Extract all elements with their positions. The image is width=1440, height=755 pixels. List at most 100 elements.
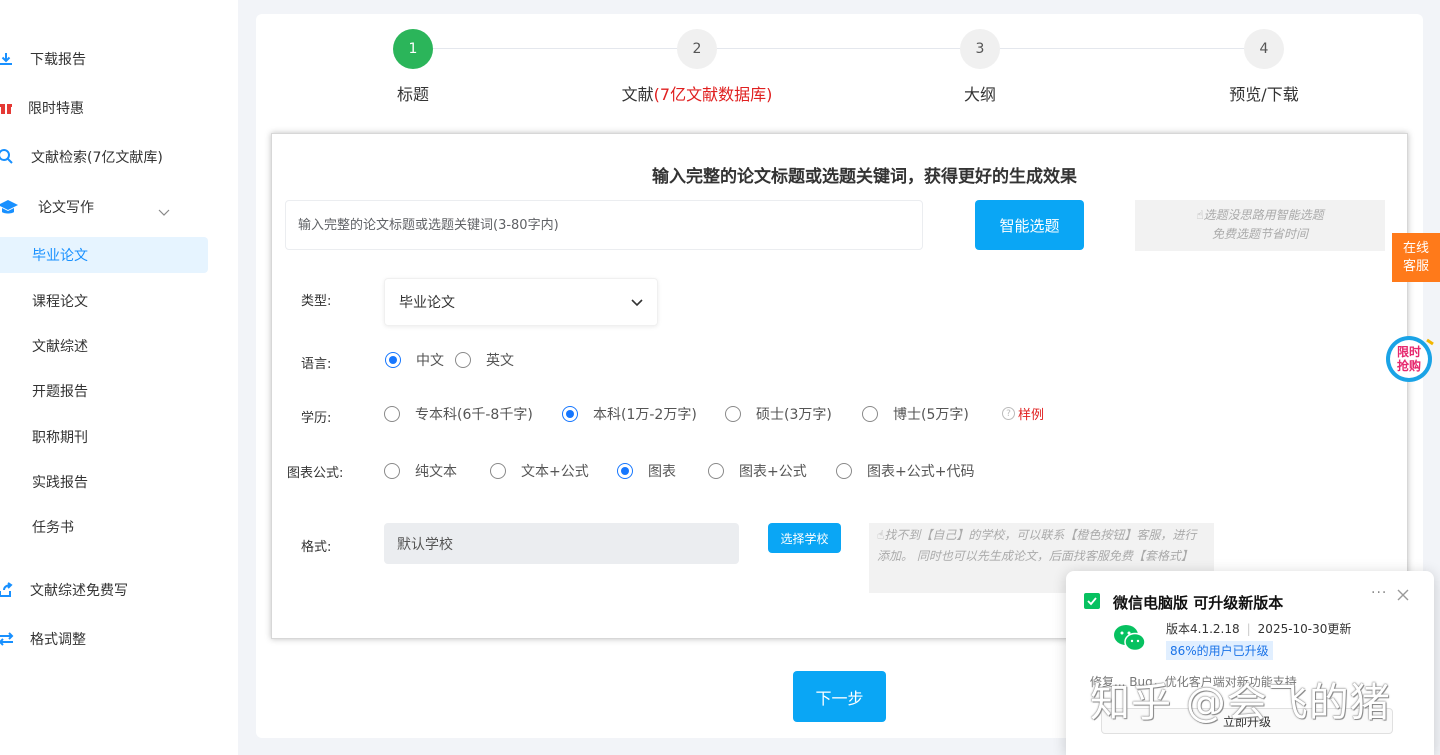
sidebar-sub-proposal-report[interactable]: 开题报告	[0, 373, 208, 409]
sidebar-item-label: 文献综述免费写	[30, 583, 128, 599]
sidebar-item-label: 格式调整	[30, 632, 86, 648]
radio-dot	[617, 463, 633, 479]
wechat-logo-icon	[1112, 620, 1148, 656]
radio-label: 纯文本	[415, 464, 457, 480]
promo-line-1: 限时	[1397, 344, 1421, 359]
hint-line-1: 选题没思路用智能选题	[1203, 208, 1324, 222]
wechat-popup-title: 微信电脑版 可升级新版本	[1113, 594, 1284, 612]
search-icon	[0, 149, 14, 165]
wechat-release-note: 修复... Bug，优化客户端对新功能支持	[1090, 675, 1297, 689]
form-panel: 输入完整的论文标题或选题关键词，获得更好的生成效果 智能选题 ☝选题没思路用智能…	[271, 133, 1408, 639]
radio-chart-chart-formula-code[interactable]: 图表+公式+代码	[836, 461, 974, 481]
radio-label: 图表+公式+代码	[867, 464, 975, 480]
sidebar-sub-journal[interactable]: 职称期刊	[0, 419, 208, 455]
radio-label: 本科(1万-2万字)	[593, 407, 697, 423]
radio-chart-plain-text[interactable]: 纯文本	[384, 461, 457, 481]
sidebar-sub-practice-report[interactable]: 实践报告	[0, 464, 208, 500]
radio-dot	[725, 406, 741, 422]
form-title: 输入完整的论文标题或选题关键词，获得更好的生成效果	[652, 167, 1077, 187]
radio-dot	[385, 352, 401, 368]
cs-line-1: 在线	[1402, 240, 1429, 256]
school-field: 默认学校	[384, 523, 739, 564]
radio-education-doctor[interactable]: 博士(5万字)	[862, 404, 969, 424]
sidebar: 下载报告 限时特惠 文献检索(7亿文献库) 论文写作 毕业论文 课程论文 文献综…	[0, 0, 238, 755]
graduation-cap-icon	[0, 199, 18, 215]
radio-label: 图表	[648, 464, 676, 480]
step-connector	[433, 48, 677, 49]
sidebar-sub-graduation-thesis[interactable]: 毕业论文	[0, 237, 208, 273]
radio-label: 专本科(6千-8千字)	[415, 407, 533, 423]
type-select[interactable]: 毕业论文	[384, 278, 658, 326]
sidebar-item-label: 论文写作	[38, 200, 94, 216]
sidebar-sub-task-book[interactable]: 任务书	[0, 509, 208, 545]
chevron-down-icon[interactable]	[158, 203, 170, 216]
radio-dot	[562, 406, 578, 422]
wechat-version-info: 版本4.1.2.18 | 2025-10-30更新	[1166, 622, 1352, 636]
type-select-value: 毕业论文	[399, 295, 455, 311]
swap-icon	[0, 631, 14, 647]
smart-topic-button[interactable]: 智能选题	[975, 200, 1084, 250]
education-label: 学历:	[301, 411, 332, 426]
flash-sale-badge[interactable]: 限时 抢购	[1383, 332, 1435, 384]
type-label: 类型:	[301, 294, 332, 309]
sidebar-item-label: 下载报告	[30, 52, 86, 68]
chart-formula-label: 图表公式:	[287, 466, 344, 481]
step-2-label: 文献(7亿文献数据库)	[622, 81, 773, 105]
step-3-label: 大纲	[963, 85, 997, 104]
radio-label: 硕士(3万字)	[756, 407, 832, 423]
sample-link[interactable]: ? 样例	[1002, 404, 1044, 423]
step-1-label: 标题	[396, 85, 430, 104]
radio-label: 文本+公式	[521, 464, 589, 480]
wechat-date: 2025-10-30更新	[1257, 622, 1352, 636]
gift-icon	[0, 100, 14, 116]
hand-icon: ☝	[1196, 208, 1204, 222]
radio-dot	[455, 352, 471, 368]
radio-chart-chart[interactable]: 图表	[617, 461, 676, 481]
radio-dot	[490, 463, 506, 479]
step-connector	[717, 48, 960, 49]
next-step-button[interactable]: 下一步	[793, 671, 886, 722]
radio-chart-text-formula[interactable]: 文本+公式	[490, 461, 589, 481]
radio-dot	[862, 406, 878, 422]
radio-chart-chart-formula[interactable]: 图表+公式	[708, 461, 807, 481]
radio-label: 英文	[486, 353, 514, 369]
sidebar-item-label: 限时特惠	[28, 101, 84, 117]
promo-line-2: 抢购	[1397, 358, 1421, 373]
download-icon	[0, 51, 14, 67]
upgrade-rate-badge: 86%的用户已升级	[1166, 641, 1273, 660]
radio-language-english[interactable]: 英文	[455, 350, 514, 370]
chevron-down-icon	[631, 296, 643, 308]
radio-education-bachelor[interactable]: 本科(1万-2万字)	[562, 404, 697, 424]
radio-dot	[384, 406, 400, 422]
close-icon[interactable]	[1396, 587, 1410, 601]
step-3-circle: 3	[960, 29, 1000, 69]
radio-dot	[708, 463, 724, 479]
step-connector	[1000, 48, 1244, 49]
online-service-tab[interactable]: 在线 客服	[1392, 233, 1440, 282]
radio-education-associate[interactable]: 专本科(6千-8千字)	[384, 404, 533, 424]
share-icon	[0, 582, 14, 598]
radio-label: 中文	[416, 353, 444, 369]
question-icon: ?	[1002, 407, 1015, 420]
radio-education-master[interactable]: 硕士(3万字)	[725, 404, 832, 424]
sidebar-sub-literature-review[interactable]: 文献综述	[0, 328, 208, 364]
radio-label: 博士(5万字)	[893, 407, 969, 423]
language-label: 语言:	[301, 357, 332, 372]
sidebar-item-label: 文献检索(7亿文献库)	[31, 150, 163, 166]
hint-line-2: 免费选题节省时间	[1211, 227, 1308, 241]
radio-language-chinese[interactable]: 中文	[385, 350, 444, 370]
more-icon[interactable]: ···	[1371, 585, 1387, 601]
title-input[interactable]	[285, 200, 923, 250]
step-2-circle: 2	[677, 29, 717, 69]
select-school-button[interactable]: 选择学校	[768, 523, 841, 553]
radio-dot	[384, 463, 400, 479]
sidebar-item-paper-writing[interactable]: 论文写作	[0, 188, 208, 226]
format-hint-text: 找不到【自己】的学校，可以联系【橙色按钮】客服，进行添加。 同时也可以先生成论文…	[877, 528, 1197, 563]
radio-dot	[836, 463, 852, 479]
wechat-upgrade-popup: 微信电脑版 可升级新版本 ··· 版本4.1.2.18 | 2025-10-30更新…	[1066, 571, 1434, 755]
sidebar-sub-course-paper[interactable]: 课程论文	[0, 283, 208, 319]
cs-line-2: 客服	[1402, 258, 1429, 274]
upgrade-now-button[interactable]: 立即升级	[1101, 708, 1393, 734]
format-label: 格式:	[301, 540, 332, 555]
topic-hint-box: ☝选题没思路用智能选题 免费选题节省时间	[1135, 200, 1385, 251]
